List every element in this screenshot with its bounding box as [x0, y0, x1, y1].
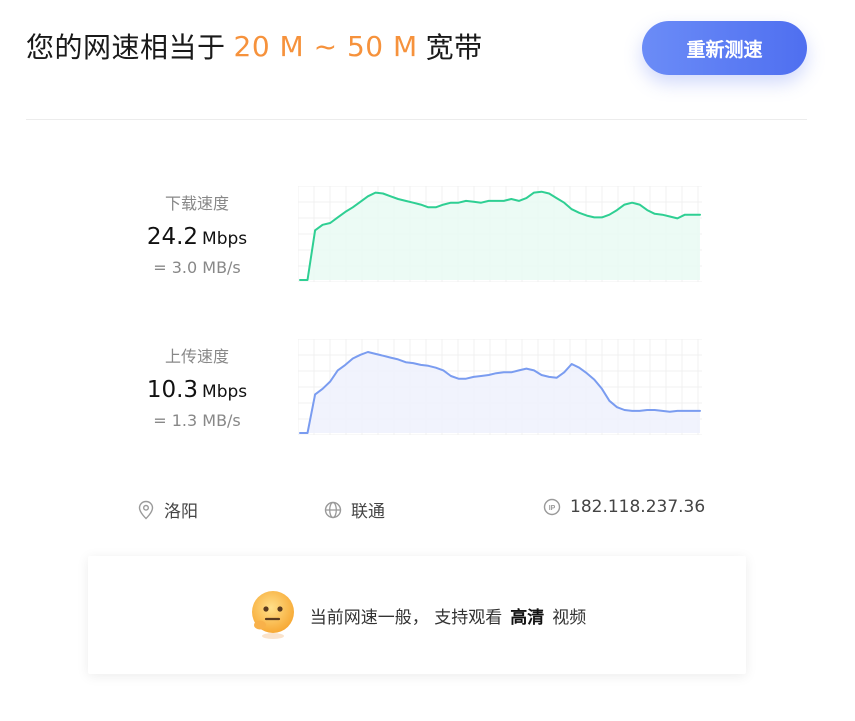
- svg-text:IP: IP: [549, 505, 556, 512]
- ip-text: 182.118.237.36: [570, 497, 706, 517]
- isp-text: 联通: [351, 502, 385, 522]
- verdict-suffix: 视频: [552, 607, 587, 628]
- verdict-prefix: 当前网速一般， 支持观看: [309, 607, 503, 628]
- download-mbs: = 3.0 MB/s: [153, 258, 241, 277]
- download-speed: 24.2 Mbps: [122, 224, 272, 250]
- upload-speed: 10.3 Mbps: [122, 377, 272, 403]
- download-metric: 下载速度 24.2 Mbps = 3.0 MB/s: [122, 190, 272, 277]
- download-speed-unit: Mbps: [202, 229, 248, 249]
- download-speed-value: 24.2: [146, 224, 199, 250]
- globe-icon: [324, 501, 342, 518]
- retest-button[interactable]: 重新测速: [642, 21, 807, 75]
- isp-info: 联通: [324, 497, 385, 522]
- ip-info: IP 182.118.237.36: [543, 497, 705, 517]
- download-speed-chart: [298, 186, 702, 282]
- upload-chart-area: [300, 352, 700, 433]
- result-title: 您的网速相当于 20 M ~ 50 M 宽带: [26, 22, 483, 70]
- download-label: 下载速度: [164, 194, 229, 213]
- upload-speed-chart: [298, 339, 702, 435]
- bandwidth-range: 20 M ~ 50 M: [233, 29, 418, 63]
- upload-mbs: = 1.3 MB/s: [153, 411, 241, 430]
- verdict-text: 当前网速一般， 支持观看 高清 视频: [310, 603, 586, 628]
- city-text: 洛阳: [164, 502, 198, 522]
- speed-verdict-card: 当前网速一般， 支持观看 高清 视频: [88, 556, 746, 674]
- upload-metric: 上传速度 10.3 Mbps = 1.3 MB/s: [122, 343, 272, 430]
- ip-icon: IP: [543, 498, 561, 516]
- title-suffix: 宽带: [425, 31, 483, 64]
- header-divider: [26, 119, 807, 120]
- upload-label: 上传速度: [164, 347, 229, 366]
- title-prefix: 您的网速相当于: [26, 31, 226, 64]
- location-pin-icon: [138, 500, 154, 519]
- upload-speed-unit: Mbps: [202, 382, 248, 402]
- neutral-face-icon: [251, 591, 294, 639]
- location-info: 洛阳: [137, 497, 198, 522]
- verdict-quality: 高清: [510, 607, 545, 628]
- upload-speed-value: 10.3: [146, 377, 199, 403]
